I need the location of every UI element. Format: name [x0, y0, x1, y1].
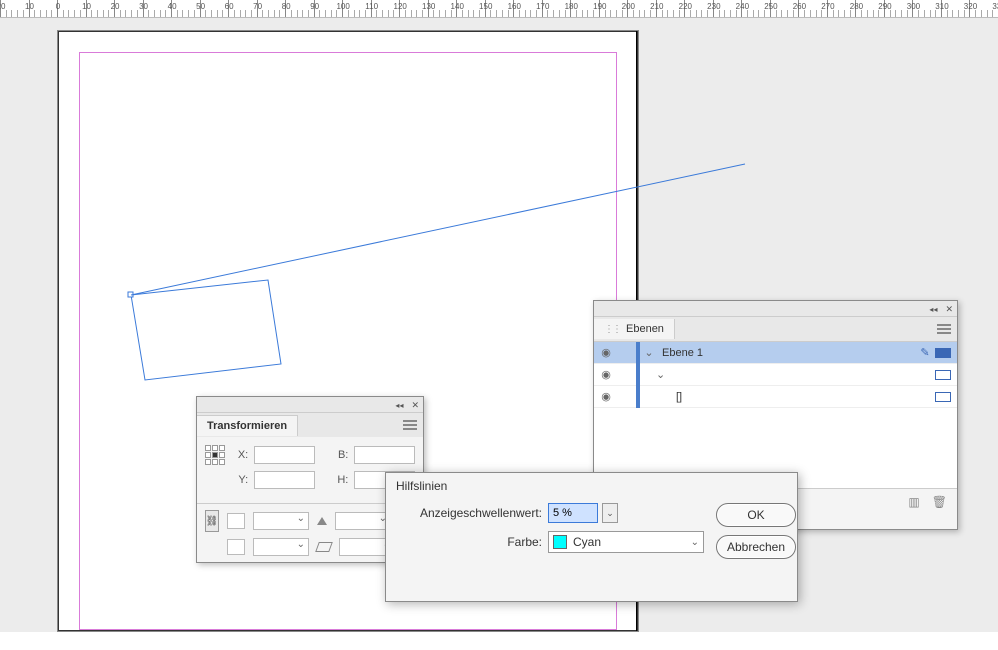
selection-indicator[interactable] [935, 370, 951, 380]
rotate-icon[interactable] [317, 517, 327, 525]
color-select[interactable]: Cyan ⌄ [548, 531, 704, 553]
tab-layers[interactable]: Ebenen [594, 319, 675, 339]
b-label: B: [335, 449, 349, 461]
guides-dialog[interactable]: Hilfslinien Anzeigeschwellenwert: ⌄ Farb… [385, 472, 798, 602]
layer-row[interactable]: ⌄Ebene 1 [594, 342, 957, 364]
disclosure-triangle-icon[interactable]: ⌄ [640, 368, 658, 381]
guide-line[interactable] [131, 164, 745, 295]
panel-titlebar[interactable] [594, 301, 957, 317]
layer-row[interactable]: ⌄ [594, 364, 957, 386]
ok-button[interactable]: OK [716, 503, 796, 527]
tab-transform[interactable]: Transformieren [197, 415, 298, 436]
reference-point-widget[interactable] [205, 445, 225, 465]
visibility-eye-icon[interactable] [594, 368, 618, 381]
cancel-button[interactable]: Abbrechen [716, 535, 796, 559]
chevron-down-icon: ⌄ [691, 537, 699, 548]
collapse-icon[interactable] [395, 399, 403, 411]
horizontal-ruler[interactable]: 2010010203040506070809010011012013014015… [0, 0, 998, 18]
selected-text-frame[interactable] [128, 280, 281, 380]
panel-menu-icon[interactable] [403, 420, 417, 430]
scale-y-dropdown[interactable] [253, 538, 309, 556]
new-layer-icon[interactable] [908, 495, 919, 509]
scale-x-dropdown[interactable] [253, 512, 309, 530]
selection-indicator[interactable] [935, 392, 951, 402]
shear-icon[interactable] [315, 542, 333, 552]
close-icon[interactable] [411, 399, 419, 411]
panel-menu-icon[interactable] [937, 324, 951, 334]
y-field[interactable] [254, 471, 315, 489]
y-label: Y: [234, 474, 248, 486]
threshold-label: Anzeigeschwellenwert: [398, 506, 548, 520]
delete-layer-icon[interactable] [932, 495, 947, 509]
visibility-eye-icon[interactable] [594, 390, 618, 403]
color-value: Cyan [573, 535, 601, 549]
rotate-dropdown[interactable] [335, 512, 391, 530]
color-label: Farbe: [398, 535, 548, 549]
layers-list[interactable]: ⌄Ebene 1⌄[] [594, 341, 957, 489]
layers-tab-label: Ebenen [626, 323, 664, 335]
scale-x-icon[interactable] [227, 513, 245, 529]
panel-tab-row: Ebenen [594, 317, 957, 341]
grip-icon [604, 323, 620, 335]
selection-indicator[interactable] [935, 348, 951, 358]
collapse-icon[interactable] [929, 303, 937, 315]
h-label: H: [335, 474, 349, 486]
layer-name[interactable]: Ebene 1 [658, 347, 915, 359]
layer-name[interactable]: [] [672, 391, 915, 403]
panel-titlebar[interactable] [197, 397, 423, 413]
threshold-input[interactable] [548, 503, 598, 523]
visibility-eye-icon[interactable] [594, 346, 618, 359]
layer-row[interactable]: [] [594, 386, 957, 408]
b-field[interactable] [354, 446, 415, 464]
x-field[interactable] [254, 446, 315, 464]
close-icon[interactable] [945, 303, 953, 315]
constrain-proportions-icon[interactable]: ⛓ [205, 510, 219, 532]
panel-tab-row: Transformieren [197, 413, 423, 437]
layer-color-bar [636, 386, 640, 408]
target-layer-pen-icon[interactable] [915, 346, 935, 359]
disclosure-triangle-icon[interactable]: ⌄ [640, 346, 658, 359]
x-label: X: [235, 449, 249, 461]
scale-y-icon[interactable] [227, 539, 245, 555]
threshold-dropdown-icon[interactable]: ⌄ [602, 503, 618, 523]
dialog-title: Hilfslinien [386, 473, 797, 499]
color-swatch-icon [553, 535, 567, 549]
